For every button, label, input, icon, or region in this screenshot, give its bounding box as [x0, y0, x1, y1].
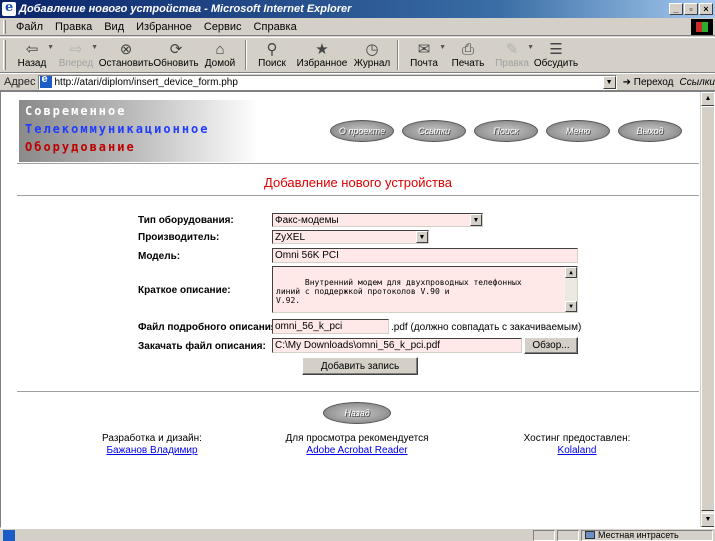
refresh-button[interactable]: ⟳ Обновить	[153, 38, 198, 69]
forward-button[interactable]: ⇨ Вперед ▼	[54, 38, 98, 69]
chevron-down-icon: ▼	[470, 214, 482, 226]
nav-exit-button[interactable]: Выход	[618, 120, 682, 142]
nav-search-button[interactable]: Поиск	[474, 120, 538, 142]
footer-viewer: Для просмотра рекомендуется Adobe Acroba…	[272, 433, 442, 456]
scroll-up-icon[interactable]: ▲	[701, 92, 714, 106]
scroll-up-icon[interactable]: ▲	[565, 267, 577, 278]
toolbar: ⇦ Назад ▼ ⇨ Вперед ▼ ⊗ Остановить ⟳ Обновить ⌂…	[0, 37, 715, 73]
nav-menu-button[interactable]: Меню	[546, 120, 610, 142]
desc-label: Краткое описание:	[138, 285, 231, 296]
window-title: Добавление нового устройства - Microsoft…	[19, 3, 352, 15]
discuss-icon: ☰	[549, 41, 563, 58]
ie-logo-icon	[2, 0, 16, 16]
mail-icon: ✉	[417, 41, 431, 58]
address-url: http://atari/diplom/insert_device_form.p…	[54, 76, 238, 88]
edit-icon: ✎	[505, 41, 519, 58]
computer-icon	[585, 531, 595, 539]
print-button[interactable]: ⎙ Печать	[446, 38, 490, 70]
favorites-icon: ★	[315, 41, 329, 58]
scroll-down-icon[interactable]: ▼	[565, 301, 577, 312]
page-status-icon	[3, 529, 15, 541]
search-icon: ⚲	[266, 41, 278, 58]
divider	[17, 163, 699, 164]
go-button[interactable]: ➜ Переход	[623, 77, 674, 88]
windows-logo-icon	[691, 19, 713, 35]
type-label: Тип оборудования:	[138, 215, 234, 226]
back-button[interactable]: ⇦ Назад ▼	[10, 38, 54, 69]
address-input[interactable]: http://atari/diplom/insert_device_form.p…	[37, 73, 617, 90]
submit-button[interactable]: Добавить запись	[302, 357, 418, 375]
menu-help[interactable]: Справка	[248, 21, 303, 33]
scroll-down-icon[interactable]: ▼	[701, 513, 714, 527]
address-dropdown-icon[interactable]: ▼	[602, 75, 616, 89]
file-hint: .pdf (должно совпадать с закачиваемым)	[391, 322, 582, 333]
print-icon: ⎙	[461, 40, 474, 58]
forward-arrow-icon: ⇨	[69, 41, 83, 58]
address-bar: Адрес http://atari/diplom/insert_device_…	[0, 73, 715, 91]
close-button[interactable]: ×	[699, 3, 713, 15]
page-viewport: Современное Телекоммуникационное Оборудо…	[0, 91, 715, 528]
home-button[interactable]: ⌂ Домой	[198, 38, 242, 70]
maximize-button[interactable]: ▫	[684, 3, 698, 15]
divider	[17, 391, 699, 392]
edit-button[interactable]: ✎ Правка ▼	[490, 38, 534, 69]
upload-file-input[interactable]: C:\My Downloads\omni_56_k_pci.pdf	[272, 338, 522, 353]
minimize-button[interactable]: _	[669, 3, 683, 15]
textarea-scrollbar[interactable]: ▲ ▼	[565, 267, 577, 312]
browse-button[interactable]: Обзор...	[524, 337, 578, 354]
security-zone: Местная интрасеть	[581, 529, 713, 541]
favorites-button[interactable]: ★ Избранное	[294, 38, 350, 69]
site-nav: О проекте Ссылки Поиск Меню Выход	[330, 120, 682, 142]
file-name-input[interactable]: omni_56_k_pci	[272, 319, 389, 334]
hosting-link[interactable]: Kolaland	[507, 445, 647, 456]
maker-label: Производитель:	[138, 232, 220, 243]
nav-about-button[interactable]: О проекте	[330, 120, 394, 142]
menu-view[interactable]: Вид	[98, 21, 130, 33]
model-label: Модель:	[138, 251, 181, 262]
back-arrow-icon: ⇦	[25, 41, 39, 58]
page-icon	[39, 73, 52, 88]
model-input[interactable]: Omni 56K PCI	[272, 248, 578, 263]
footer-hosting: Хостинг предоставлен: Kolaland	[507, 433, 647, 456]
menu-tools[interactable]: Сервис	[198, 21, 248, 33]
links-button[interactable]: Ссылки	[679, 77, 715, 88]
footer-developer: Разработка и дизайн: Бажанов Владимир	[77, 433, 227, 456]
menu-favorites[interactable]: Избранное	[130, 21, 198, 33]
file-label: Файл подробного описания:	[138, 322, 281, 333]
stop-button[interactable]: ⊗ Остановить	[98, 38, 154, 69]
chevron-down-icon: ▼	[416, 231, 428, 243]
home-icon: ⌂	[215, 40, 225, 58]
stop-icon: ⊗	[119, 41, 133, 58]
developer-link[interactable]: Бажанов Владимир	[77, 445, 227, 456]
history-icon: ◷	[365, 41, 379, 58]
scroll-thumb[interactable]	[701, 106, 714, 511]
refresh-icon: ⟳	[169, 41, 183, 58]
acrobat-link[interactable]: Adobe Acrobat Reader	[272, 445, 442, 456]
mail-button[interactable]: ✉ Почта ▼	[402, 38, 446, 69]
type-select[interactable]: Факс-модемы ▼	[272, 213, 483, 227]
page-title: Добавление нового устройства	[264, 175, 452, 190]
site-logo: Современное Телекоммуникационное Оборудо…	[19, 100, 259, 162]
discuss-button[interactable]: ☰ Обсудить	[534, 38, 578, 69]
page-scrollbar[interactable]: ▲ ▼	[700, 92, 714, 527]
status-bar: Местная интрасеть	[0, 528, 715, 541]
maker-select[interactable]: ZyXEL ▼	[272, 230, 429, 244]
menu-file[interactable]: Файл	[10, 21, 49, 33]
menu-edit[interactable]: Правка	[49, 21, 98, 33]
title-bar: Добавление нового устройства - Microsoft…	[0, 0, 715, 18]
divider	[17, 195, 699, 196]
search-button[interactable]: ⚲ Поиск	[250, 38, 294, 69]
history-button[interactable]: ◷ Журнал	[350, 38, 394, 69]
menu-bar: Файл Правка Вид Избранное Сервис Справка	[0, 18, 715, 36]
back-nav-button[interactable]: Назад	[323, 402, 391, 424]
upload-label: Закачать файл описания:	[138, 341, 266, 352]
address-label: Адрес	[4, 76, 36, 88]
desc-textarea[interactable]: Внутренний модем для двухпроводных телеф…	[272, 266, 578, 313]
nav-links-button[interactable]: Ссылки	[402, 120, 466, 142]
